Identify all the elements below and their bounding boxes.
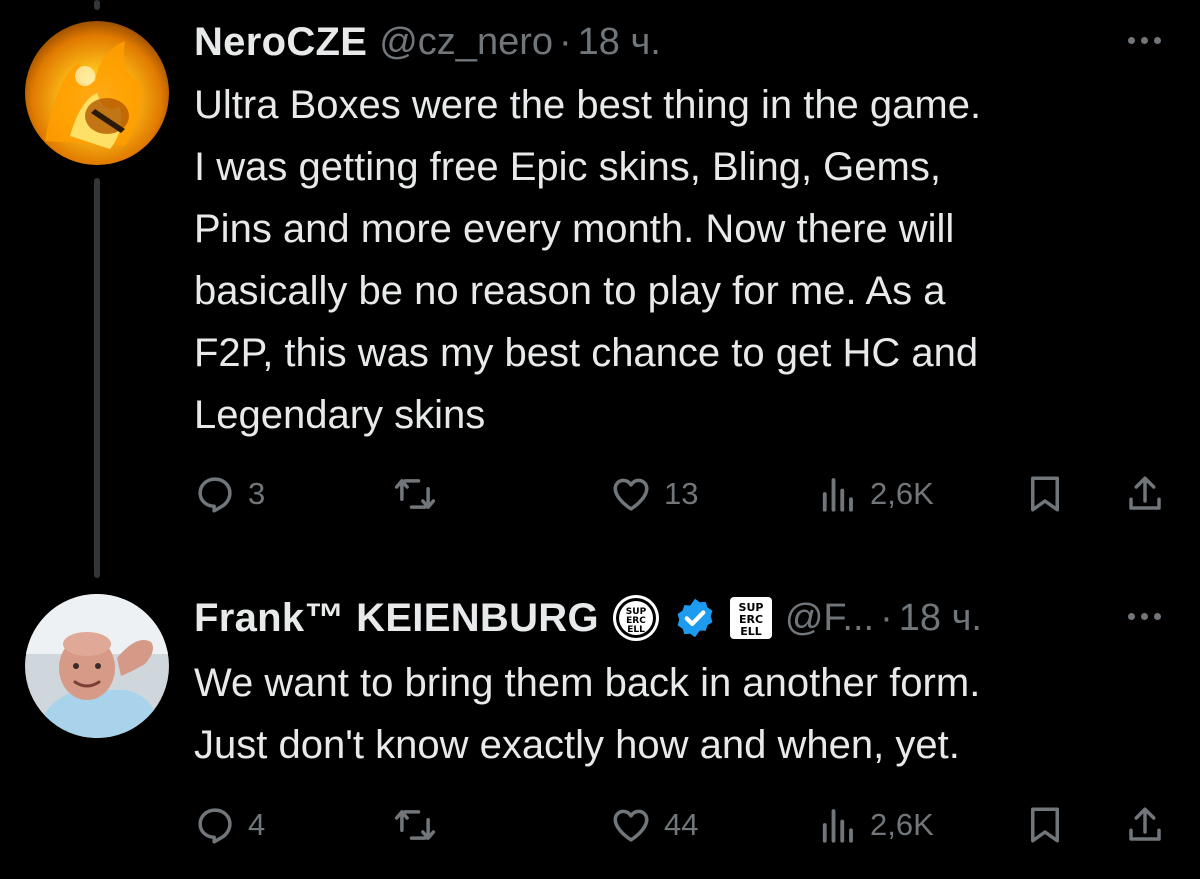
- post-text: Ultra Boxes were the best thing in the g…: [194, 74, 981, 446]
- views-button[interactable]: 2,6K: [816, 800, 934, 850]
- thread-line: [94, 178, 100, 578]
- text-line: Ultra Boxes were the best thing in the g…: [194, 83, 982, 127]
- views-icon: [822, 809, 853, 843]
- avatar-image: [25, 21, 169, 165]
- reply-count: 3: [248, 476, 266, 511]
- verified-badge[interactable]: [673, 596, 717, 640]
- bookmark-button[interactable]: [1024, 469, 1066, 519]
- text-line: We want to bring them back in another fo…: [194, 661, 981, 705]
- views-count: 2,6K: [870, 807, 934, 842]
- like-count: 13: [664, 476, 699, 511]
- reply-button[interactable]: 3: [194, 469, 265, 519]
- more-button[interactable]: [1128, 613, 1161, 620]
- avatar-image: [25, 594, 169, 738]
- reply-icon: [198, 477, 232, 513]
- bookmark-icon: [1031, 807, 1059, 843]
- post-text: We want to bring them back in another fo…: [194, 652, 980, 776]
- text-line: F2P, this was my best chance to get HC a…: [194, 331, 979, 375]
- reply-button[interactable]: 4: [194, 800, 265, 850]
- more-button[interactable]: [1128, 37, 1161, 44]
- avatar[interactable]: [25, 594, 169, 738]
- repost-button[interactable]: [394, 469, 448, 519]
- author-handle[interactable]: @cz_nero: [379, 21, 553, 64]
- bookmark-button[interactable]: [1024, 800, 1066, 850]
- share-icon: [1129, 476, 1161, 510]
- svg-text:ELL: ELL: [740, 625, 762, 638]
- text-line: Legendary skins: [194, 393, 486, 437]
- text-line: I was getting free Epic skins, Bling, Ge…: [194, 145, 941, 189]
- text-line: basically be no reason to play for me. A…: [194, 269, 946, 313]
- views-count: 2,6K: [870, 476, 934, 511]
- more-icon: [1128, 37, 1135, 44]
- more-icon: [1128, 613, 1135, 620]
- author-name[interactable]: Frank™ KEIENBURG: [194, 596, 599, 641]
- supercell-badge-icon: SUP ERC ELL: [612, 595, 659, 641]
- supercell-badge: SUP ERC ELL: [611, 593, 661, 643]
- author-handle[interactable]: @F...: [785, 597, 874, 640]
- post-time[interactable]: 18 ч.: [899, 597, 982, 640]
- separator-dot: ·: [880, 596, 893, 639]
- views-icon: [822, 478, 853, 512]
- repost-button[interactable]: [394, 800, 448, 850]
- text-line: Pins and more every month. Now there wil…: [194, 207, 955, 251]
- like-count: 44: [664, 807, 699, 842]
- share-button[interactable]: [1124, 800, 1166, 850]
- bookmark-icon: [1031, 476, 1059, 512]
- post-time[interactable]: 18 ч.: [578, 21, 661, 64]
- action-bar: 3 13 2,6K: [194, 469, 1174, 519]
- svg-text:ELL: ELL: [627, 625, 645, 635]
- post-header: Frank™ KEIENBURG SUP ERC ELL SUP ERC ELL…: [194, 590, 982, 646]
- thread-line-top: [94, 0, 100, 10]
- reply-icon: [198, 808, 232, 844]
- avatar[interactable]: [25, 21, 169, 165]
- share-icon: [1129, 807, 1161, 841]
- share-button[interactable]: [1124, 469, 1166, 519]
- separator-dot: ·: [559, 20, 572, 63]
- action-bar: 4 44 2,6K: [194, 800, 1174, 850]
- views-button[interactable]: 2,6K: [816, 469, 934, 519]
- verified-badge-icon: [677, 598, 713, 638]
- repost-icon: [394, 479, 436, 509]
- like-button[interactable]: 44: [610, 800, 698, 850]
- post-header: NeroCZE @cz_nero · 18 ч.: [194, 14, 661, 70]
- like-button[interactable]: 13: [610, 469, 698, 519]
- repost-icon: [394, 810, 436, 840]
- author-name[interactable]: NeroCZE: [194, 20, 367, 65]
- heart-icon: [613, 478, 649, 511]
- text-line: Just don't know exactly how and when, ye…: [194, 723, 960, 767]
- supercell-affiliate-icon: SUP ERC ELL: [729, 597, 772, 639]
- affiliate-badge[interactable]: SUP ERC ELL: [729, 596, 773, 640]
- reply-count: 4: [248, 807, 266, 842]
- heart-icon: [613, 809, 649, 842]
